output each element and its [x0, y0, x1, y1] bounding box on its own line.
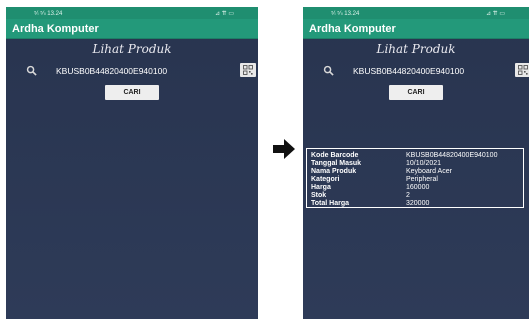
detail-row: Nama Produk Keyboard Acer — [311, 168, 519, 176]
cari-button[interactable]: CARI — [105, 85, 159, 100]
detail-value: 320000 — [406, 200, 430, 207]
status-icons: ⊿ ⇈ ▭ — [214, 10, 234, 17]
detail-label: Nama Produk — [311, 168, 357, 175]
page-title: Lihat Produk — [92, 42, 172, 56]
search-row — [303, 62, 529, 80]
status-time: ⁵⁄ₗ ⁵⁄ₗₗ 13.24 — [331, 10, 360, 17]
app-title: Ardha Komputer — [309, 22, 396, 35]
detail-label: Harga — [311, 184, 331, 191]
search-row — [6, 62, 258, 80]
barcode-search-input[interactable] — [56, 64, 226, 78]
detail-label: Stok — [311, 192, 327, 199]
detail-value: KBUSB0B44820400E940100 — [406, 152, 498, 159]
app-bar: Ardha Komputer — [6, 19, 258, 39]
detail-value: 2 — [406, 192, 410, 199]
detail-row: Total Harga 320000 — [311, 200, 519, 208]
scan-button[interactable] — [240, 63, 256, 77]
detail-row: Tanggal Masuk 10/10/2021 — [311, 160, 519, 168]
detail-label: Total Harga — [311, 200, 349, 207]
detail-label: Kategori — [311, 176, 340, 183]
detail-row: Harga 160000 — [311, 184, 519, 192]
scan-button[interactable] — [515, 63, 529, 77]
status-icons: ⊿ ⇈ ▭ — [485, 10, 505, 17]
search-icon — [323, 65, 334, 76]
app-title: Ardha Komputer — [12, 22, 99, 35]
detail-value: 10/10/2021 — [406, 160, 442, 167]
status-bar: ⁵⁄ₗ ⁵⁄ₗₗ 13.24 ⊿ ⇈ ▭ — [303, 7, 529, 19]
status-time: ⁵⁄ₗ ⁵⁄ₗₗ 13.24 — [34, 10, 63, 17]
phone-screen-after: ⁵⁄ₗ ⁵⁄ₗₗ 13.24 ⊿ ⇈ ▭ Ardha Komputer Liha… — [303, 7, 529, 319]
detail-value: 160000 — [406, 184, 430, 191]
app-bar: Ardha Komputer — [303, 19, 529, 39]
qr-scan-icon — [518, 65, 528, 75]
phone-screen-before: ⁵⁄ₗ ⁵⁄ₗₗ 13.24 ⊿ ⇈ ▭ Ardha Komputer Liha… — [6, 7, 258, 319]
right-arrow-icon — [273, 139, 295, 159]
detail-value: Keyboard Acer — [406, 168, 452, 175]
search-icon — [26, 65, 37, 76]
page-title: Lihat Produk — [376, 42, 456, 56]
product-detail-box: Kode Barcode KBUSB0B44820400E940100 Tang… — [306, 148, 524, 208]
detail-label: Kode Barcode — [311, 152, 359, 159]
cari-button[interactable]: CARI — [389, 85, 443, 100]
detail-row: Stok 2 — [311, 192, 519, 200]
detail-row: Kategori Peripheral — [311, 176, 519, 184]
status-bar: ⁵⁄ₗ ⁵⁄ₗₗ 13.24 ⊿ ⇈ ▭ — [6, 7, 258, 19]
detail-label: Tanggal Masuk — [311, 160, 362, 167]
detail-value: Peripheral — [406, 176, 438, 183]
detail-row: Kode Barcode KBUSB0B44820400E940100 — [311, 152, 519, 160]
qr-scan-icon — [243, 65, 253, 75]
barcode-search-input[interactable] — [353, 64, 523, 78]
